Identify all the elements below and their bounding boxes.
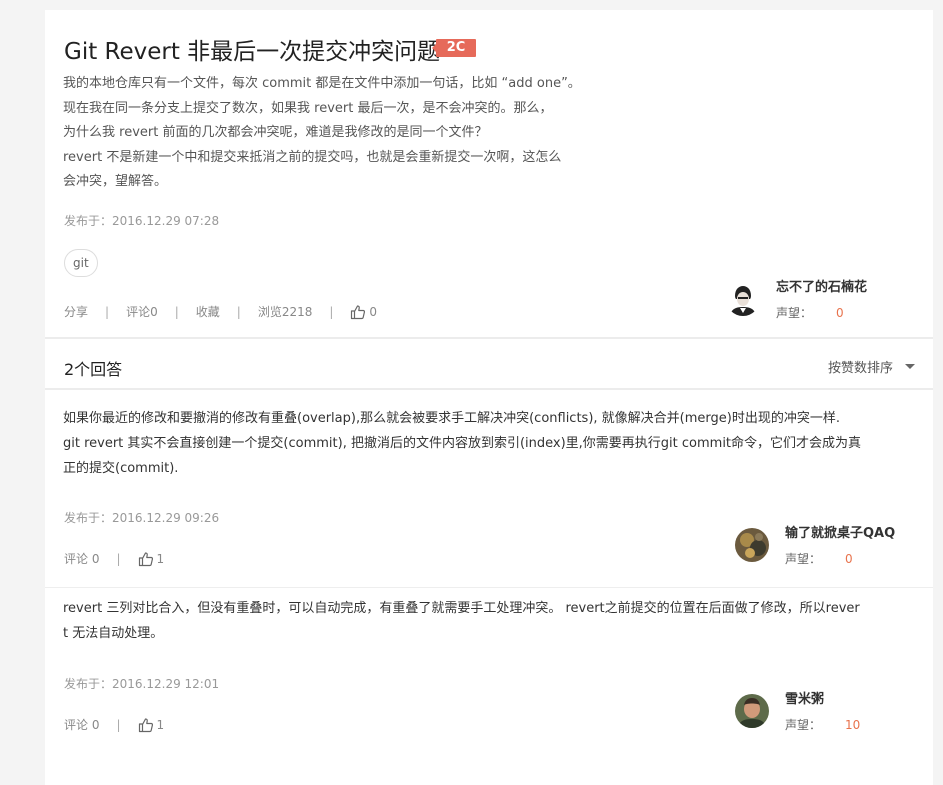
reputation-label: 声望： [785,552,822,566]
action-separator: | [329,304,334,319]
question-title[interactable]: Git Revert 非最后一次提交冲突问题 [64,32,440,66]
sort-dropdown[interactable]: 按赞数排序 [828,357,915,376]
like-button[interactable]: 0 [350,304,377,320]
answer-body-line: revert 三列对比合入，但没有重叠时，可以自动完成，有重叠了就需要手工处理冲… [63,601,860,616]
avatar[interactable] [735,527,769,562]
answer-body-line: t 无法自动处理。 [63,626,164,641]
reputation: 声望： 0 [785,550,895,567]
action-separator: | [116,717,121,732]
answer-actions: 评论 0 | 1 [64,550,164,567]
action-separator: | [236,304,241,319]
reputation-value: 0 [836,306,844,320]
tag-git[interactable]: git [64,249,98,277]
author-name[interactable]: 雪米粥 [785,688,860,707]
answer-publish-time: 发布于：2016.12.29 12:01 [64,677,220,691]
sort-label: 按赞数排序 [827,361,893,376]
share-button[interactable]: 分享 [64,303,88,320]
reputation: 声望： 0 [776,304,867,321]
question-body-line: 为什么我 revert 前面的几次都会冲突呢，难道是我修改的是同一个文件？ [63,125,488,140]
currency-badge: 2C [432,39,476,57]
comment-button[interactable]: 评论 0 [64,550,99,567]
comment-button[interactable]: 评论0 [126,303,158,320]
question-actions: 分享 | 评论0 | 收藏 | 浏览2218 | 0 [64,303,377,320]
answer-body-line: 如果你最近的修改和要撤消的修改有重叠(overlap),那么就会被要求手工解决冲… [63,411,840,426]
answer-body: revert 三列对比合入，但没有重叠时，可以自动完成，有重叠了就需要手工处理冲… [63,596,913,646]
question-body-line: 现在我在同一条分支上提交了数次，如果我 revert 最后一次，是不会冲突的。那… [63,100,553,116]
reputation-value: 0 [845,552,853,566]
like-button[interactable]: 1 [138,551,165,567]
thumbs-up-icon [138,717,153,732]
question-body-line: 会冲突，望解答。 [63,174,168,189]
author-name[interactable]: 输了就掀桌子QAQ [785,522,895,541]
avatar[interactable] [726,281,760,316]
action-separator: | [174,304,179,319]
like-count: 1 [156,717,165,732]
answer-body-line: git revert 其实不会直接创建一个提交(commit), 把撤消后的文件… [63,436,862,451]
question-publish-time: 发布于：2016.12.29 07:28 [64,214,220,228]
thumbs-up-icon [351,304,366,319]
question-body: 我的本地仓库只有一个文件，每次 commit 都是在文件中添加一句话，比如 “a… [63,72,643,195]
answer-author: 输了就掀桌子QAQ 声望： 0 [735,522,895,567]
answers-count: 2个回答 [64,360,123,379]
answer-actions: 评论 0 | 1 [64,716,164,733]
action-separator: | [105,304,110,319]
like-count: 0 [369,304,378,319]
question-author: 忘不了的石楠花 声望： 0 [726,276,867,321]
thumbs-up-icon [138,551,153,566]
section-divider [45,337,933,339]
question-body-line: revert 不是新建一个中和提交来抵消之前的提交吗，也就是会重新提交一次啊，这… [63,149,562,165]
question-card: Git Revert 非最后一次提交冲突问题 2C 我的本地仓库只有一个文件，每… [45,10,933,785]
views-count: 浏览2218 [257,305,313,319]
answer-author: 雪米粥 声望： 10 [735,688,860,733]
like-button[interactable]: 1 [138,717,165,733]
question-body-line: 我的本地仓库只有一个文件，每次 commit 都是在文件中添加一句话，比如 “a… [63,76,581,91]
like-count: 1 [156,551,165,566]
reputation-label: 声望： [785,718,822,732]
comment-button[interactable]: 评论 0 [64,716,99,733]
favorite-button[interactable]: 收藏 [196,303,220,320]
reputation-value: 10 [845,718,861,732]
reputation-label: 声望： [776,306,813,320]
chevron-down-icon [905,364,915,369]
reputation: 声望： 10 [785,716,860,733]
answer-body-line: 正的提交(commit). [63,461,179,476]
answer-publish-time: 发布于：2016.12.29 09:26 [64,511,220,525]
author-name[interactable]: 忘不了的石楠花 [776,276,867,295]
answer-body: 如果你最近的修改和要撤消的修改有重叠(overlap),那么就会被要求手工解决冲… [63,406,913,481]
avatar[interactable] [735,693,769,728]
action-separator: | [116,551,121,566]
section-divider [45,388,933,390]
answer-divider [45,587,933,588]
